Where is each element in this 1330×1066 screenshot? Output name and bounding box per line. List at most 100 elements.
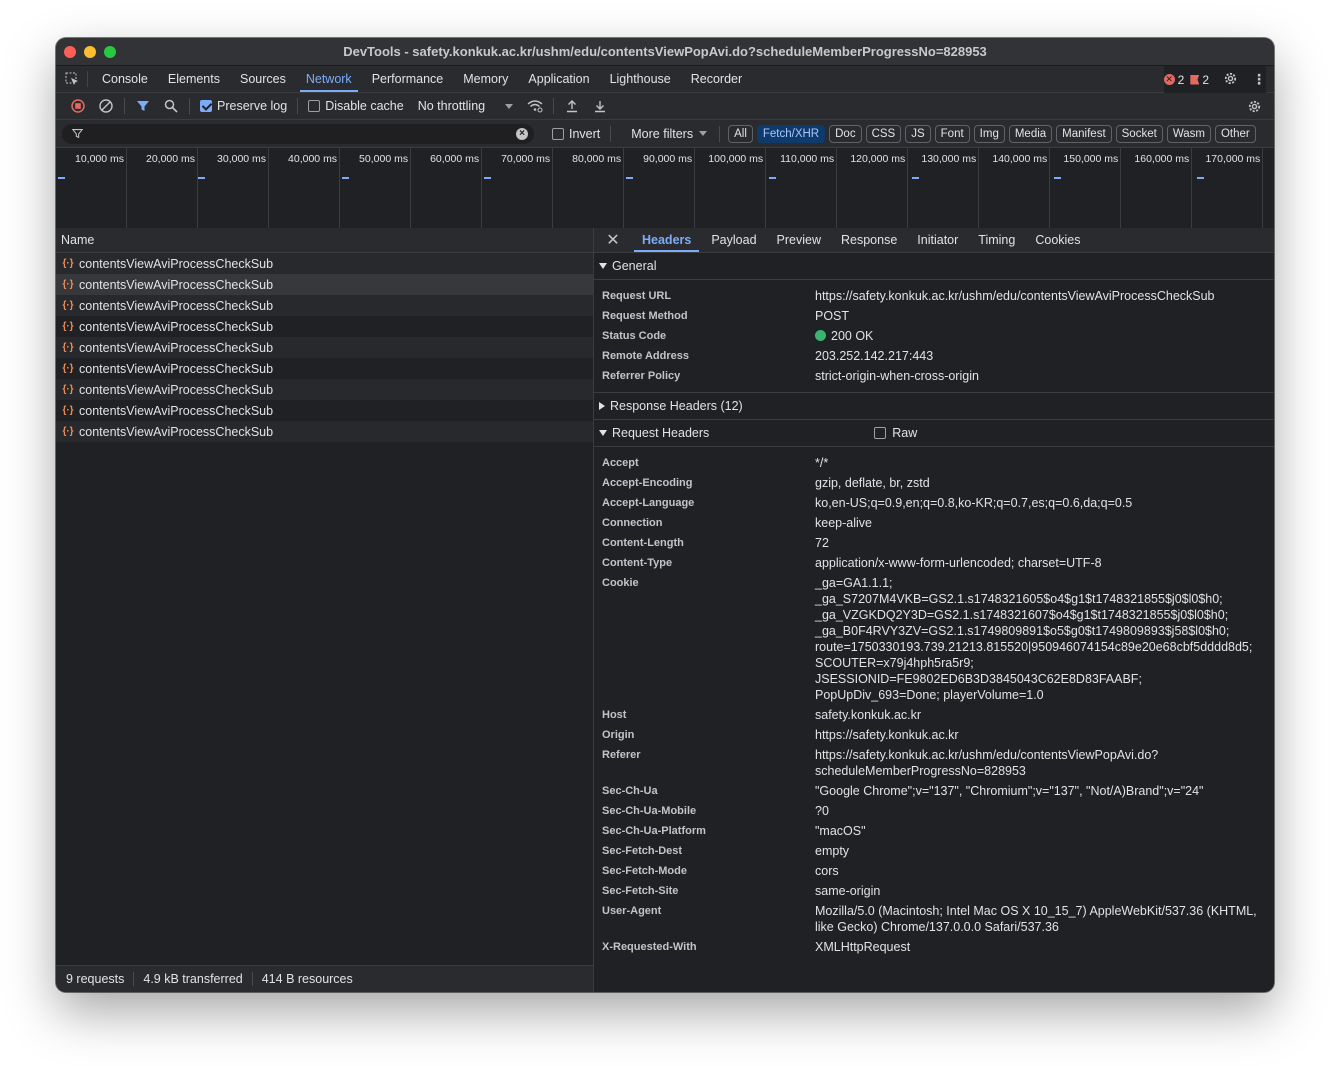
request-row[interactable]: {·} contentsViewAviProcessCheckSub [56, 337, 593, 358]
errors-badge[interactable]: ✕ 2 [1163, 73, 1184, 87]
maximize-window-button[interactable] [104, 46, 116, 58]
detail-tab-headers[interactable]: Headers [632, 228, 701, 252]
header-value-text: same-origin [815, 884, 881, 898]
request-row[interactable]: {·} contentsViewAviProcessCheckSub [56, 358, 593, 379]
minimize-window-button[interactable] [84, 46, 96, 58]
header-value-text: 72 [815, 536, 829, 550]
request-name: contentsViewAviProcessCheckSub [79, 340, 274, 355]
header-name: Accept-Language [602, 497, 695, 509]
request-row[interactable]: {·} contentsViewAviProcessCheckSub [56, 253, 593, 274]
tab-elements[interactable]: Elements [158, 66, 230, 92]
throttling-select[interactable]: No throttling [410, 99, 521, 113]
name-column-header[interactable]: Name [56, 228, 593, 253]
xhr-request-icon: {·} [62, 363, 74, 374]
more-filters-dropdown[interactable]: More filters [615, 127, 715, 141]
request-row[interactable]: {·} contentsViewAviProcessCheckSub [56, 295, 593, 316]
filter-chip-other[interactable]: Other [1214, 124, 1256, 143]
filter-chip-css[interactable]: CSS [865, 124, 902, 143]
close-detail-icon[interactable]: ✕ [594, 228, 632, 252]
timeline-request-mark [484, 177, 491, 179]
request-name: contentsViewAviProcessCheckSub [79, 277, 274, 292]
header-value: https://safety.konkuk.ac.kr/ushm/edu/con… [815, 288, 1274, 304]
filter-chip-doc[interactable]: Doc [829, 124, 862, 143]
close-window-button[interactable] [64, 46, 76, 58]
request-row[interactable]: {·} contentsViewAviProcessCheckSub [56, 421, 593, 442]
general-section-header[interactable]: General [594, 253, 1274, 280]
filter-chip-fetch-xhr[interactable]: Fetch/XHR [756, 124, 826, 143]
header-row-request-url: Request URL https://safety.konkuk.ac.kr/u… [594, 286, 1274, 306]
request-headers-section-header[interactable]: Request Headers Raw [594, 420, 1274, 447]
header-value-text: "Google Chrome";v="137", "Chromium";v="1… [815, 784, 1204, 798]
detail-tab-response[interactable]: Response [831, 228, 907, 252]
settings-gear-icon[interactable] [1223, 71, 1238, 89]
timeline-tick-label: 150,000 ms [1063, 153, 1119, 165]
detail-tab-payload[interactable]: Payload [701, 228, 766, 252]
filter-chip-all[interactable]: All [728, 124, 753, 143]
preserve-log-checkbox[interactable]: Preserve log [194, 99, 293, 113]
filter-input[interactable]: × [62, 123, 534, 144]
filter-chip-socket[interactable]: Socket [1115, 124, 1163, 143]
timeline-tick-label: 130,000 ms [921, 153, 977, 165]
import-har-icon[interactable] [558, 95, 586, 117]
header-row-sec-fetch-dest: Sec-Fetch-Dest empty [594, 841, 1274, 861]
tab-lighthouse[interactable]: Lighthouse [600, 66, 681, 92]
export-har-icon[interactable] [586, 95, 614, 117]
more-options-icon[interactable]: ⋮ [1252, 71, 1266, 88]
filter-chip-manifest[interactable]: Manifest [1056, 124, 1112, 143]
filter-chip-js[interactable]: JS [905, 124, 931, 143]
network-conditions-icon[interactable] [521, 95, 549, 117]
header-value-text: ko,en-US;q=0.9,en;q=0.8,ko-KR;q=0.7,es;q… [815, 496, 1133, 510]
timeline-request-mark [912, 177, 919, 179]
invert-checkbox[interactable]: Invert [546, 127, 606, 141]
filter-chip-media[interactable]: Media [1008, 124, 1053, 143]
chevron-down-icon [505, 103, 514, 109]
detail-tab-timing[interactable]: Timing [968, 228, 1025, 252]
checkbox-checked[interactable] [200, 100, 212, 112]
tab-memory[interactable]: Memory [453, 66, 518, 92]
header-row-accept-encoding: Accept-Encoding gzip, deflate, br, zstd [594, 473, 1274, 493]
checkbox-unchecked[interactable] [552, 127, 564, 140]
chevron-down-icon [699, 131, 708, 136]
filter-bar: × Invert More filters All Fetch/XHR Doc CSS… [56, 120, 1274, 148]
filter-funnel-icon[interactable] [129, 95, 157, 117]
header-value: https://safety.konkuk.ac.kr [815, 727, 1274, 743]
tab-recorder[interactable]: Recorder [681, 66, 752, 92]
stop-recording-icon[interactable] [64, 95, 92, 117]
inspect-element-icon[interactable] [56, 71, 88, 87]
clear-filter-icon[interactable]: × [516, 127, 528, 140]
disable-cache-checkbox[interactable]: Disable cache [302, 99, 410, 113]
detail-tab-initiator[interactable]: Initiator [907, 228, 968, 252]
response-headers-section-header[interactable]: Response Headers (12) [594, 393, 1274, 420]
request-row[interactable]: {·} contentsViewAviProcessCheckSub [56, 274, 593, 295]
detail-tab-cookies[interactable]: Cookies [1025, 228, 1090, 252]
filter-chip-wasm[interactable]: Wasm [1166, 124, 1211, 143]
network-overview-timeline[interactable]: 10,000 ms 20,000 ms 30,000 ms 40,000 ms 50,0… [56, 148, 1274, 230]
request-row[interactable]: {·} contentsViewAviProcessCheckSub [56, 316, 593, 337]
request-row[interactable]: {·} contentsViewAviProcessCheckSub [56, 379, 593, 400]
timeline-tick-label: 160,000 ms [1134, 153, 1190, 165]
tab-performance[interactable]: Performance [362, 66, 454, 92]
filter-chip-img[interactable]: Img [973, 124, 1005, 143]
search-icon[interactable] [157, 95, 185, 117]
warnings-badge[interactable]: 2 [1190, 73, 1209, 87]
header-value-text: 203.252.142.217:443 [815, 349, 934, 363]
header-row-sec-fetch-site: Sec-Fetch-Site same-origin [594, 881, 1274, 901]
tab-network[interactable]: Network [296, 66, 362, 92]
tab-sources[interactable]: Sources [230, 66, 296, 92]
timeline-request-mark [58, 177, 65, 179]
checkbox-unchecked[interactable] [308, 100, 321, 112]
clear-log-icon[interactable] [92, 95, 120, 117]
tab-application[interactable]: Application [518, 66, 599, 92]
filter-chip-font[interactable]: Font [934, 124, 970, 143]
header-value: ko,en-US;q=0.9,en;q=0.8,ko-KR;q=0.7,es;q… [815, 495, 1274, 511]
header-name: Host [602, 709, 627, 721]
timeline-tick-label: 20,000 ms [146, 153, 196, 165]
raw-checkbox[interactable]: Raw [874, 426, 917, 440]
tab-console[interactable]: Console [92, 66, 158, 92]
checkbox-unchecked[interactable] [874, 427, 887, 439]
network-settings-gear-icon[interactable] [1240, 95, 1268, 117]
detail-tab-preview[interactable]: Preview [767, 228, 831, 252]
request-list-panel: Name {·} contentsViewAviProcessCheckSub {·… [56, 228, 594, 992]
request-row[interactable]: {·} contentsViewAviProcessCheckSub [56, 400, 593, 421]
detail-tabbar: ✕ Headers Payload Preview Response Initiator… [594, 228, 1274, 253]
